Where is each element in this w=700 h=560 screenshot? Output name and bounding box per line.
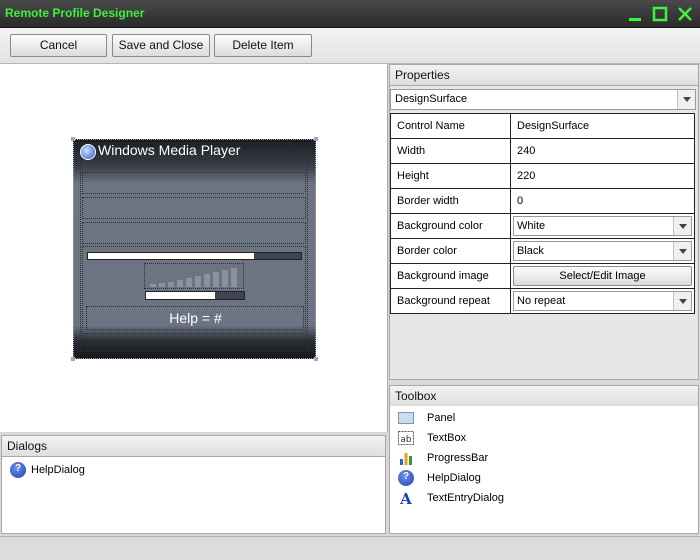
dialogs-panel: ? HelpDialog — [1, 457, 386, 534]
svg-text:ab: ab — [400, 435, 412, 445]
dialogs-header: Dialogs — [1, 435, 386, 457]
background-repeat-value: No repeat — [517, 295, 566, 307]
design-surface[interactable]: Windows Media Player Help = # — [71, 137, 318, 361]
property-key: Border width — [390, 188, 511, 214]
svg-text:A: A — [399, 490, 412, 506]
delete-item-button[interactable]: Delete Item — [214, 34, 312, 57]
property-key: Control Name — [390, 113, 511, 139]
background-color-select[interactable]: White — [513, 216, 692, 236]
background-repeat-select[interactable]: No repeat — [513, 291, 692, 311]
toolbox-item-label: TextBox — [427, 432, 467, 444]
chevron-down-icon[interactable] — [677, 90, 695, 109]
row-panel[interactable] — [82, 172, 306, 194]
select-edit-image-button[interactable]: Select/Edit Image — [513, 266, 692, 286]
media-player-logo-icon — [80, 144, 96, 160]
progressbar-icon — [400, 453, 412, 465]
toolbox-item-label: TextEntryDialog — [427, 492, 505, 504]
cancel-button[interactable]: Cancel — [10, 34, 107, 57]
property-key: Width — [390, 138, 511, 164]
textbox-icon: ab — [398, 431, 414, 445]
chevron-down-icon[interactable] — [673, 242, 691, 260]
property-key: Background repeat — [390, 288, 511, 314]
seek-progress-bar[interactable] — [87, 252, 302, 260]
control-selector-value: DesignSurface — [395, 93, 468, 105]
background-color-value: White — [517, 220, 546, 232]
toolbox-item-label: Panel — [427, 412, 456, 424]
title-bar: Remote Profile Designer — [0, 0, 700, 28]
window-title: Remote Profile Designer — [5, 6, 145, 20]
control-selector[interactable]: DesignSurface — [390, 89, 696, 110]
help-icon: ? — [398, 470, 414, 486]
table-row: Border color Black — [390, 238, 695, 264]
help-text: Help = # — [169, 310, 222, 326]
property-key: Height — [390, 163, 511, 189]
properties-header: Properties — [389, 64, 699, 86]
border-color-select[interactable]: Black — [513, 241, 692, 261]
properties-table: Control Name DesignSurface Width 240 Heigh… — [390, 113, 695, 314]
minimize-icon[interactable] — [626, 5, 644, 23]
help-icon: ? — [10, 462, 26, 478]
resize-handle[interactable] — [314, 137, 318, 141]
close-icon[interactable] — [676, 5, 694, 23]
skin-title: Windows Media Player — [98, 142, 241, 158]
row-panel[interactable] — [82, 222, 306, 244]
toolbox-header: Toolbox — [389, 385, 699, 407]
table-row: Width 240 — [390, 138, 695, 164]
height-value[interactable]: 220 — [510, 163, 695, 189]
resize-handle[interactable] — [71, 357, 75, 361]
dialog-item-label: HelpDialog — [31, 464, 85, 476]
toolbox-item-label: ProgressBar — [427, 452, 489, 464]
width-value[interactable]: 240 — [510, 138, 695, 164]
resize-handle[interactable] — [71, 137, 75, 141]
resize-handle[interactable] — [314, 357, 318, 361]
control-name-value[interactable]: DesignSurface — [510, 113, 695, 139]
toolbar: Cancel Save and Close Delete Item — [0, 28, 700, 64]
property-key: Background image — [390, 263, 511, 289]
border-color-value: Black — [517, 245, 544, 257]
table-row: Background image Select/Edit Image — [390, 263, 695, 289]
table-row: Background repeat No repeat — [390, 288, 695, 314]
chevron-down-icon[interactable] — [673, 217, 691, 235]
toolbox-item-label: HelpDialog — [427, 472, 481, 484]
text-entry-icon: A — [399, 490, 412, 506]
volume-progress-bar[interactable] — [145, 291, 245, 300]
status-bar — [0, 536, 700, 560]
table-row: Control Name DesignSurface — [390, 113, 695, 139]
toolbox-panel: Panel ab TextBox ProgressBar ? HelpDialo… — [389, 406, 699, 534]
border-width-value[interactable]: 0 — [510, 188, 695, 214]
table-row: Border width 0 — [390, 188, 695, 214]
property-key: Background color — [390, 213, 511, 239]
maximize-icon[interactable] — [651, 5, 669, 23]
table-row: Background color White — [390, 213, 695, 239]
volume-bars-icon — [150, 268, 237, 287]
property-key: Border color — [390, 238, 511, 264]
row-panel[interactable] — [82, 197, 306, 219]
table-row: Height 220 — [390, 163, 695, 189]
panel-icon — [398, 412, 414, 424]
save-and-close-button[interactable]: Save and Close — [112, 34, 210, 57]
chevron-down-icon[interactable] — [673, 292, 691, 310]
